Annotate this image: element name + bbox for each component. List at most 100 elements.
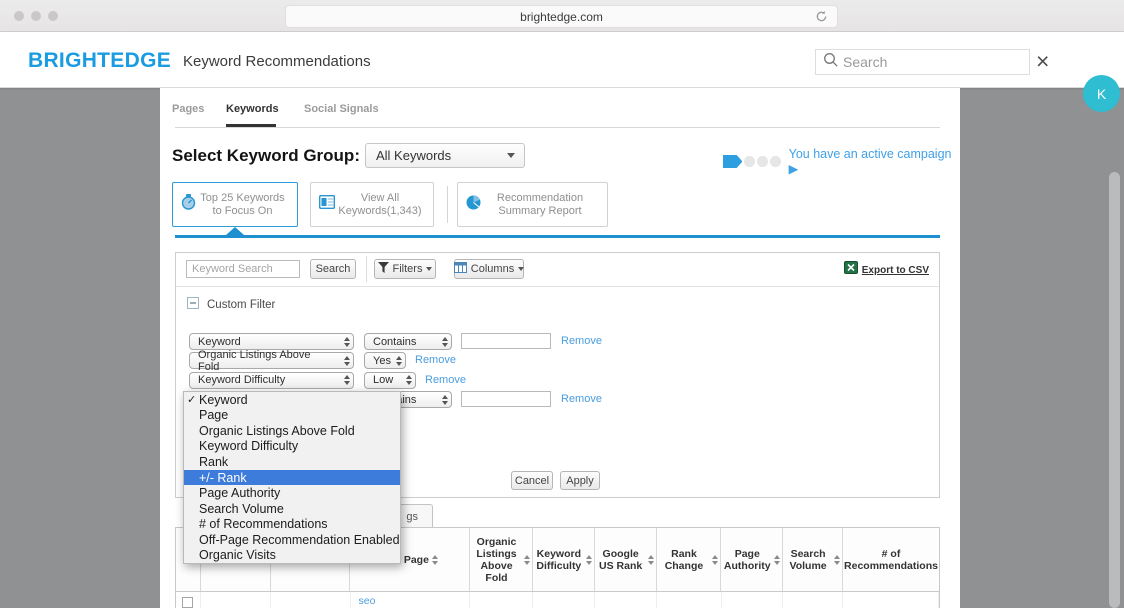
remove-filter-link[interactable]: Remove (561, 335, 602, 347)
campaign-step-dot (757, 156, 768, 167)
window-dot-icon[interactable] (48, 11, 58, 21)
table-cell: seo (351, 592, 471, 608)
chevron-down-icon (518, 267, 524, 271)
column-header-label: # of Recommendations (844, 548, 938, 572)
gauge-icon (181, 194, 196, 215)
dropdown-item-highlighted[interactable]: +/- Rank (184, 470, 400, 486)
filter-value-input[interactable] (461, 333, 551, 349)
sort-icon[interactable] (432, 555, 438, 565)
filter-operator-select[interactable]: Contains (364, 333, 452, 350)
dropdown-item-label: Search Volume (199, 502, 284, 516)
avatar[interactable]: K (1083, 75, 1120, 112)
sort-icon[interactable] (648, 555, 654, 565)
filter-operator-value: Low (373, 374, 393, 386)
header-search-box[interactable] (815, 49, 1030, 75)
url-text: brightedge.com (520, 10, 603, 24)
recommendation-summary-button[interactable]: Recommendation Summary Report (457, 182, 608, 227)
header-search-input[interactable] (843, 54, 1003, 70)
keyword-link[interactable]: seo (351, 595, 376, 607)
column-header-label: Google US Rank (597, 548, 645, 572)
sort-icon[interactable] (774, 555, 780, 565)
page-title: Keyword Recommendations (183, 53, 371, 70)
close-icon[interactable]: × (1036, 48, 1049, 75)
top-25-keywords-button[interactable]: Top 25 Keywords to Focus On (172, 182, 298, 227)
window-dot-icon[interactable] (14, 11, 24, 21)
address-bar[interactable]: brightedge.com (285, 5, 838, 28)
window-dot-icon[interactable] (31, 11, 41, 21)
column-header[interactable]: Keyword Difficulty (533, 528, 595, 591)
remove-filter-link[interactable]: Remove (425, 374, 466, 386)
remove-filter-link[interactable]: Remove (415, 354, 456, 366)
table-cell (843, 592, 939, 608)
column-header[interactable]: Google US Rank (595, 528, 657, 591)
sort-icon[interactable] (834, 555, 840, 565)
keyword-group-select[interactable]: All Keywords (365, 143, 525, 168)
stepper-icon (344, 375, 350, 385)
dropdown-item[interactable]: Page (184, 408, 400, 424)
table-cell (533, 592, 595, 608)
filter-operator-select[interactable]: Low (364, 372, 416, 389)
filters-button[interactable]: Filters (374, 259, 436, 279)
view-button-label: View All Keywords(1,343) (335, 192, 425, 218)
dropdown-item-label: Page Authority (199, 486, 280, 500)
view-button-label: Top 25 Keywords to Focus On (196, 192, 289, 218)
table-cell (201, 592, 271, 608)
view-all-keywords-button[interactable]: View All Keywords(1,343) (310, 182, 434, 227)
filter-operator-value: Contains (373, 336, 416, 348)
brightedge-logo[interactable]: BRIGHTEDGE (28, 49, 171, 73)
remove-filter-link[interactable]: Remove (561, 393, 602, 405)
dropdown-item[interactable]: Off-Page Recommendation Enabled (184, 532, 400, 548)
campaign-link[interactable]: You have an active campaign ▶ (789, 147, 960, 176)
dropdown-item[interactable]: ✓Keyword (184, 392, 400, 408)
sort-icon[interactable] (524, 555, 530, 565)
column-header[interactable]: Organic Listings Above Fold (470, 528, 533, 591)
apply-button[interactable]: Apply (560, 471, 600, 490)
dropdown-item[interactable]: Search Volume (184, 501, 400, 517)
custom-filter-title: Custom Filter (207, 299, 275, 311)
columns-button-label: Columns (471, 263, 514, 275)
collapse-icon[interactable] (187, 296, 199, 314)
cancel-button[interactable]: Cancel (511, 471, 553, 490)
stepper-icon (406, 375, 412, 385)
keyword-search-input[interactable] (186, 260, 300, 278)
dropdown-item[interactable]: Keyword Difficulty (184, 439, 400, 455)
stepper-icon (442, 395, 448, 405)
filter-field-select[interactable]: Organic Listings Above Fold (189, 352, 354, 369)
dropdown-item-label: # of Recommendations (199, 517, 328, 531)
campaign-step-dot (770, 156, 781, 167)
stepper-icon (344, 356, 350, 366)
columns-button[interactable]: Columns (454, 259, 524, 279)
dropdown-item[interactable]: # of Recommendations (184, 516, 400, 532)
toolbar-divider (366, 256, 367, 282)
filter-field-select[interactable]: Keyword Difficulty (189, 372, 354, 389)
tab-pages[interactable]: Pages (172, 103, 204, 115)
export-to-csv-link[interactable]: Export to CSV (844, 261, 929, 279)
dropdown-item-label: Keyword Difficulty (199, 439, 298, 453)
filters-button-label: Filters (393, 263, 423, 275)
excel-icon (844, 261, 858, 279)
dropdown-item[interactable]: Organic Visits (184, 547, 400, 563)
column-header[interactable]: # of Recommendations (843, 528, 939, 591)
row-select-cell (176, 592, 201, 608)
filter-operator-select[interactable]: Yes (364, 352, 406, 369)
search-button[interactable]: Search (310, 259, 356, 279)
dropdown-item-label: Keyword (199, 393, 248, 407)
table-cell (271, 592, 351, 608)
column-header[interactable]: Page Authority (721, 528, 783, 591)
column-header[interactable]: Search Volume (783, 528, 843, 591)
vertical-scrollbar[interactable] (1109, 172, 1120, 608)
filter-value-input[interactable] (461, 391, 551, 407)
dropdown-item[interactable]: Page Authority (184, 485, 400, 501)
stepper-icon (396, 356, 402, 366)
column-header[interactable]: Rank Change (657, 528, 722, 591)
dropdown-item[interactable]: Rank (184, 454, 400, 470)
sort-icon[interactable] (712, 555, 718, 565)
row-checkbox[interactable] (182, 597, 193, 608)
reload-icon[interactable] (815, 10, 828, 28)
tab-keywords[interactable]: Keywords (226, 103, 279, 115)
sort-icon[interactable] (586, 555, 592, 565)
button-divider (447, 186, 448, 223)
filter-field-select[interactable]: Keyword (189, 333, 354, 350)
tab-social-signals[interactable]: Social Signals (304, 103, 379, 115)
dropdown-item[interactable]: Organic Listings Above Fold (184, 423, 400, 439)
